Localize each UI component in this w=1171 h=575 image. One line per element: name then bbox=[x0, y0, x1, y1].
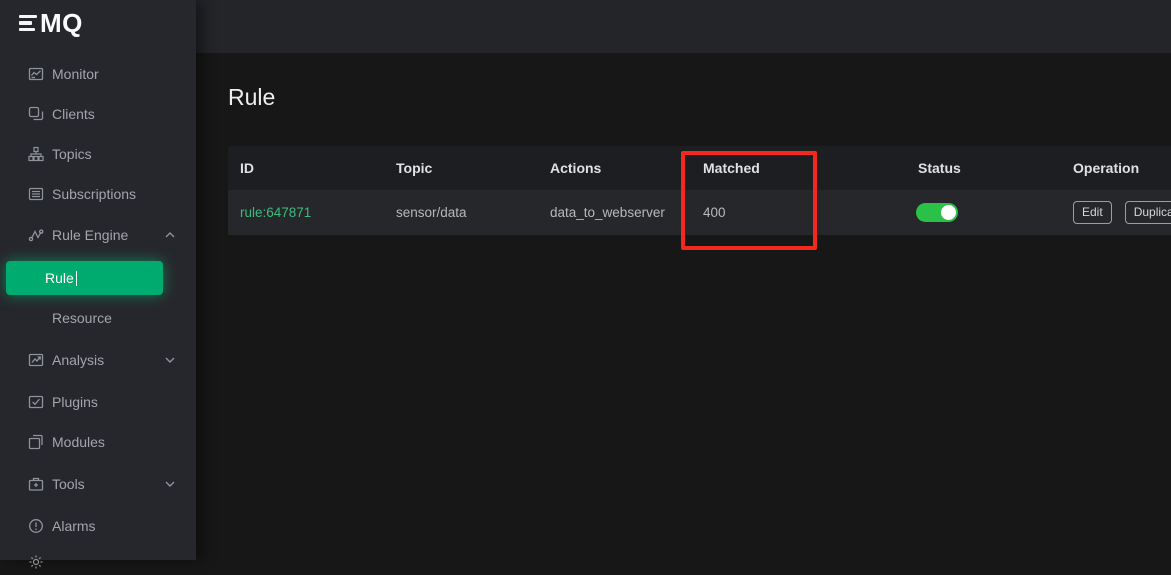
sidebar-item-label: Modules bbox=[52, 434, 105, 450]
topbar: ? GitHub bbox=[196, 0, 1171, 53]
sidebar-item-topics[interactable]: Topics bbox=[0, 134, 196, 174]
subscriptions-icon bbox=[28, 186, 44, 202]
sidebar-item-plugins[interactable]: Plugins bbox=[0, 382, 196, 422]
clients-icon bbox=[28, 106, 44, 122]
sidebar-item-label: Analysis bbox=[52, 352, 104, 368]
page-title: Rule bbox=[228, 84, 275, 111]
rule-table: ID Topic Actions Matched Status Operatio… bbox=[228, 146, 1171, 236]
app-logo: MQ bbox=[19, 10, 83, 36]
plugins-icon bbox=[28, 394, 44, 410]
logo-text: MQ bbox=[40, 10, 83, 36]
sidebar-item-analysis[interactable]: Analysis bbox=[0, 340, 196, 380]
sidebar-item-label: Rule bbox=[45, 270, 74, 286]
edit-button[interactable]: Edit bbox=[1073, 201, 1112, 224]
table-row: rule:647871 sensor/data data_to_webserve… bbox=[228, 190, 1171, 236]
settings-icon[interactable] bbox=[28, 554, 44, 570]
column-header-status: Status bbox=[906, 160, 1061, 176]
sidebar-item-label: Clients bbox=[52, 106, 95, 122]
rule-engine-icon bbox=[28, 227, 44, 243]
sidebar-item-monitor[interactable]: Monitor bbox=[0, 54, 196, 94]
column-header-topic: Topic bbox=[384, 160, 538, 176]
column-header-operation: Operation bbox=[1061, 160, 1171, 176]
cell-actions: data_to_webserver bbox=[538, 205, 691, 220]
tools-icon bbox=[28, 476, 44, 492]
sidebar-item-clients[interactable]: Clients bbox=[0, 94, 196, 134]
duplicate-button[interactable]: Duplicate bbox=[1125, 201, 1171, 224]
rule-id-link[interactable]: rule:647871 bbox=[240, 205, 311, 220]
analysis-icon bbox=[28, 352, 44, 368]
table-header-row: ID Topic Actions Matched Status Operatio… bbox=[228, 146, 1171, 190]
sidebar-item-label: Subscriptions bbox=[52, 186, 136, 202]
sidebar-item-rule-engine[interactable]: Rule Engine bbox=[0, 215, 196, 255]
logo-bars-icon bbox=[19, 15, 37, 32]
sidebar-item-tools[interactable]: Tools bbox=[0, 464, 196, 504]
chevron-up-icon[interactable] bbox=[164, 229, 176, 241]
sidebar: MQ Monitor Clients Topics Subscriptions … bbox=[0, 0, 196, 560]
sidebar-item-label: Alarms bbox=[52, 518, 96, 534]
sidebar-item-modules[interactable]: Modules bbox=[0, 422, 196, 462]
status-toggle[interactable] bbox=[916, 203, 958, 222]
chevron-down-icon[interactable] bbox=[164, 354, 176, 366]
cell-topic: sensor/data bbox=[384, 205, 538, 220]
alarms-icon bbox=[28, 518, 44, 534]
monitor-icon bbox=[28, 66, 44, 82]
cell-matched: 400 bbox=[691, 205, 906, 220]
sidebar-item-rule-active[interactable]: Rule bbox=[6, 261, 163, 295]
modules-icon bbox=[28, 434, 44, 450]
sidebar-item-label: Plugins bbox=[52, 394, 98, 410]
column-header-matched: Matched bbox=[691, 160, 906, 176]
sidebar-item-label: Topics bbox=[52, 146, 92, 162]
sidebar-item-alarms[interactable]: Alarms bbox=[0, 506, 196, 546]
text-cursor bbox=[76, 271, 77, 286]
topics-icon bbox=[28, 146, 44, 162]
sidebar-item-subscriptions[interactable]: Subscriptions bbox=[0, 174, 196, 214]
chevron-down-icon[interactable] bbox=[164, 478, 176, 490]
sidebar-item-label: Tools bbox=[52, 476, 85, 492]
sidebar-item-resource[interactable]: Resource bbox=[0, 298, 196, 338]
sidebar-item-label: Monitor bbox=[52, 66, 99, 82]
toggle-knob bbox=[941, 205, 956, 220]
sidebar-item-label: Resource bbox=[52, 310, 112, 326]
sidebar-item-label: Rule Engine bbox=[52, 227, 128, 243]
column-header-actions: Actions bbox=[538, 160, 691, 176]
column-header-id: ID bbox=[228, 160, 384, 176]
